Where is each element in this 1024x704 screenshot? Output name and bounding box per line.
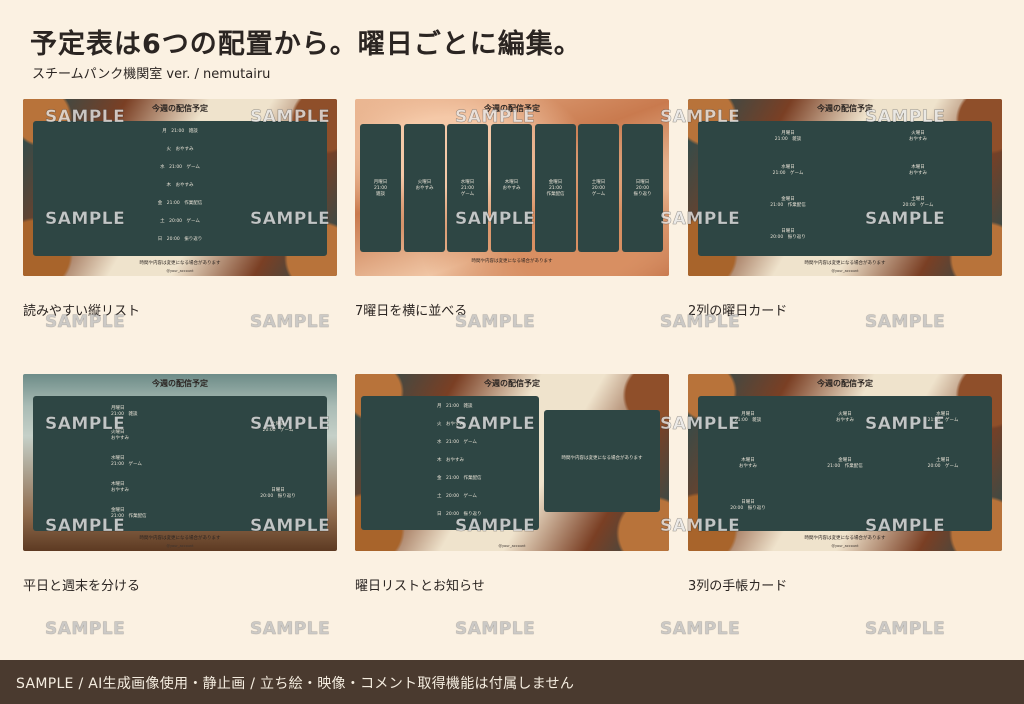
card-header: 今週の配信予定 <box>817 104 873 113</box>
day-entry: 水曜日 21:00 ゲーム <box>111 456 142 467</box>
day-entry: 木曜日 おやすみ <box>502 180 521 191</box>
caption-list-and-notice: 曜日リストとお知らせ <box>355 579 485 594</box>
day-column: 木曜日 おやすみ <box>491 124 532 252</box>
watermark: SAMPLE <box>660 619 741 640</box>
layout-card-seven-columns[interactable]: 今週の配信予定 月曜日 21:00 雑談 火曜日 おやすみ 水曜日 21:00 … <box>355 99 669 276</box>
notice-text: 時間や内容は変更になる場合があります <box>561 456 643 461</box>
list-item: 火 おやすみ <box>437 422 464 427</box>
day-entry: 金曜日 21:00 作業配信 <box>111 508 147 519</box>
list-item: 水 21:00 ゲーム <box>437 440 477 445</box>
list-item: 木 おやすみ <box>437 458 464 463</box>
day-entry: 土曜日 20:00 ゲーム <box>927 458 959 469</box>
card-footer-note: 時間や内容は変更になる場合があります <box>471 259 553 264</box>
card-footer-note: 時間や内容は変更になる場合があります <box>804 536 886 541</box>
watermark: SAMPLE <box>250 619 331 640</box>
layout-card-weekday-weekend[interactable]: 今週の配信予定 月曜日 21:00 雑談 火曜日 おやすみ 水曜日 21:00 … <box>23 374 337 551</box>
schedule-panel: 月 21:00 雑談 火 おやすみ 水 21:00 ゲーム 木 おやすみ 金 2… <box>361 396 539 530</box>
footer-bar: SAMPLE / AI生成画像使用・静止画 / 立ち絵・映像・コメント取得機能は… <box>0 660 1024 704</box>
day-entry: 月曜日 21:00 雑談 <box>373 180 388 197</box>
day-entry: 水曜日 21:00 ゲーム <box>927 412 959 423</box>
card-header: 今週の配信予定 <box>152 379 208 388</box>
card-header: 今週の配信予定 <box>817 379 873 388</box>
day-entry: 木曜日 おやすみ <box>111 482 129 493</box>
watermark: SAMPLE <box>45 619 126 640</box>
day-entry: 水曜日 21:00 ゲーム <box>460 180 475 197</box>
day-entry: 月曜日 21:00 雑談 <box>734 412 762 423</box>
day-entry: 月曜日 21:00 雑談 <box>111 406 138 417</box>
day-entry: 水曜日 21:00 ゲーム <box>772 165 804 176</box>
list-item: 火 おやすみ <box>166 147 194 152</box>
card-handle: @your_account <box>498 544 526 548</box>
day-entry: 火曜日 おやすみ <box>111 430 129 441</box>
day-entry: 土曜日 20:00 ゲーム <box>262 422 294 433</box>
caption-three-columns: 3列の手帳カード <box>688 579 788 594</box>
caption-two-columns: 2列の曜日カード <box>688 304 788 319</box>
day-entry: 月曜日 21:00 雑談 <box>774 131 802 142</box>
card-header: 今週の配信予定 <box>484 104 540 113</box>
schedule-panel: 月曜日 21:00 雑談 火曜日 おやすみ 水曜日 21:00 ゲーム 木曜日 … <box>698 396 992 531</box>
page-title: 予定表は6つの配置から。曜日ごとに編集。 <box>30 29 582 60</box>
day-entry: 火曜日 おやすみ <box>836 412 854 423</box>
day-column: 月曜日 21:00 雑談 <box>360 124 401 252</box>
card-footer-note: 時間や内容は変更になる場合があります <box>139 536 221 541</box>
day-column: 日曜日 20:00 振り返り <box>622 124 663 252</box>
card-handle: @your_account <box>831 544 859 548</box>
day-entry: 火曜日 おやすみ <box>415 180 434 191</box>
list-item: 金 21:00 作業配信 <box>437 476 482 481</box>
list-item: 日 20:00 振り返り <box>437 512 482 517</box>
schedule-panel: 月曜日 21:00 雑談 火曜日 おやすみ 水曜日 21:00 ゲーム 木曜日 … <box>698 121 992 256</box>
list-item: 水 21:00 ゲーム <box>160 165 200 170</box>
card-header: 今週の配信予定 <box>484 379 540 388</box>
caption-vertical-list: 読みやすい縦リスト <box>23 304 141 319</box>
day-column: 土曜日 20:00 ゲーム <box>578 124 619 252</box>
notice-panel: 時間や内容は変更になる場合があります <box>544 410 660 512</box>
caption-weekday-weekend: 平日と週末を分ける <box>23 579 141 594</box>
day-entry: 木曜日 おやすみ <box>909 165 927 176</box>
list-item: 土 20:00 ゲーム <box>160 219 200 224</box>
day-column: 水曜日 21:00 ゲーム <box>447 124 488 252</box>
list-item: 日 20:00 振り返り <box>157 237 203 242</box>
list-item: 木 おやすみ <box>166 183 194 188</box>
caption-seven-columns: 7曜日を横に並べる <box>355 304 468 319</box>
footer-notice: SAMPLE / AI生成画像使用・静止画 / 立ち絵・映像・コメント取得機能は… <box>16 676 575 692</box>
watermark: SAMPLE <box>865 619 946 640</box>
layout-card-three-columns[interactable]: 今週の配信予定 月曜日 21:00 雑談 火曜日 おやすみ 水曜日 21:00 … <box>688 374 1002 551</box>
layout-card-list-and-notice[interactable]: 今週の配信予定 月 21:00 雑談 火 おやすみ 水 21:00 ゲーム 木 … <box>355 374 669 551</box>
list-item: 金 21:00 作業配信 <box>157 201 203 206</box>
day-entry: 日曜日 20:00 振り返り <box>260 488 296 499</box>
day-entry: 土曜日 20:00 ゲーム <box>591 180 606 197</box>
watermark: SAMPLE <box>455 619 536 640</box>
list-item: 月 21:00 雑談 <box>437 404 473 409</box>
card-footer-note: 時間や内容は変更になる場合があります <box>139 261 221 266</box>
day-entry: 金曜日 21:00 作業配信 <box>770 197 806 208</box>
day-entry: 日曜日 20:00 振り返り <box>730 500 766 511</box>
layout-card-vertical-list[interactable]: 今週の配信予定 月 21:00 雑談 火 おやすみ 水 21:00 ゲーム 木 … <box>23 99 337 276</box>
day-entry: 土曜日 20:00 ゲーム <box>902 197 934 208</box>
card-handle: @your_account <box>831 269 859 273</box>
day-entry: 金曜日 21:00 作業配信 <box>546 180 565 197</box>
card-handle: @your_account <box>166 269 194 273</box>
card-footer-note: 時間や内容は変更になる場合があります <box>804 261 886 266</box>
day-column: 金曜日 21:00 作業配信 <box>535 124 576 252</box>
day-entry: 火曜日 おやすみ <box>909 131 927 142</box>
day-column: 火曜日 おやすみ <box>404 124 445 252</box>
card-handle: @your_account <box>166 544 194 548</box>
schedule-panel: 月 21:00 雑談 火 おやすみ 水 21:00 ゲーム 木 おやすみ 金 2… <box>33 121 327 256</box>
schedule-panel: 月曜日 21:00 雑談 火曜日 おやすみ 水曜日 21:00 ゲーム 木曜日 … <box>33 396 327 531</box>
day-entry: 金曜日 21:00 作業配信 <box>827 458 863 469</box>
watermark: SAMPLE <box>865 312 946 333</box>
card-header: 今週の配信予定 <box>152 104 208 113</box>
layout-card-two-columns[interactable]: 今週の配信予定 月曜日 21:00 雑談 火曜日 おやすみ 水曜日 21:00 … <box>688 99 1002 276</box>
watermark: SAMPLE <box>250 312 331 333</box>
page-subtitle: スチームパンク機関室 ver. / nemutairu <box>32 67 271 82</box>
day-entry: 日曜日 20:00 振り返り <box>770 229 806 240</box>
list-item: 土 20:00 ゲーム <box>437 494 477 499</box>
day-entry: 日曜日 20:00 振り返り <box>633 180 652 197</box>
day-entry: 木曜日 おやすみ <box>739 458 757 469</box>
list-item: 月 21:00 雑談 <box>162 129 198 134</box>
